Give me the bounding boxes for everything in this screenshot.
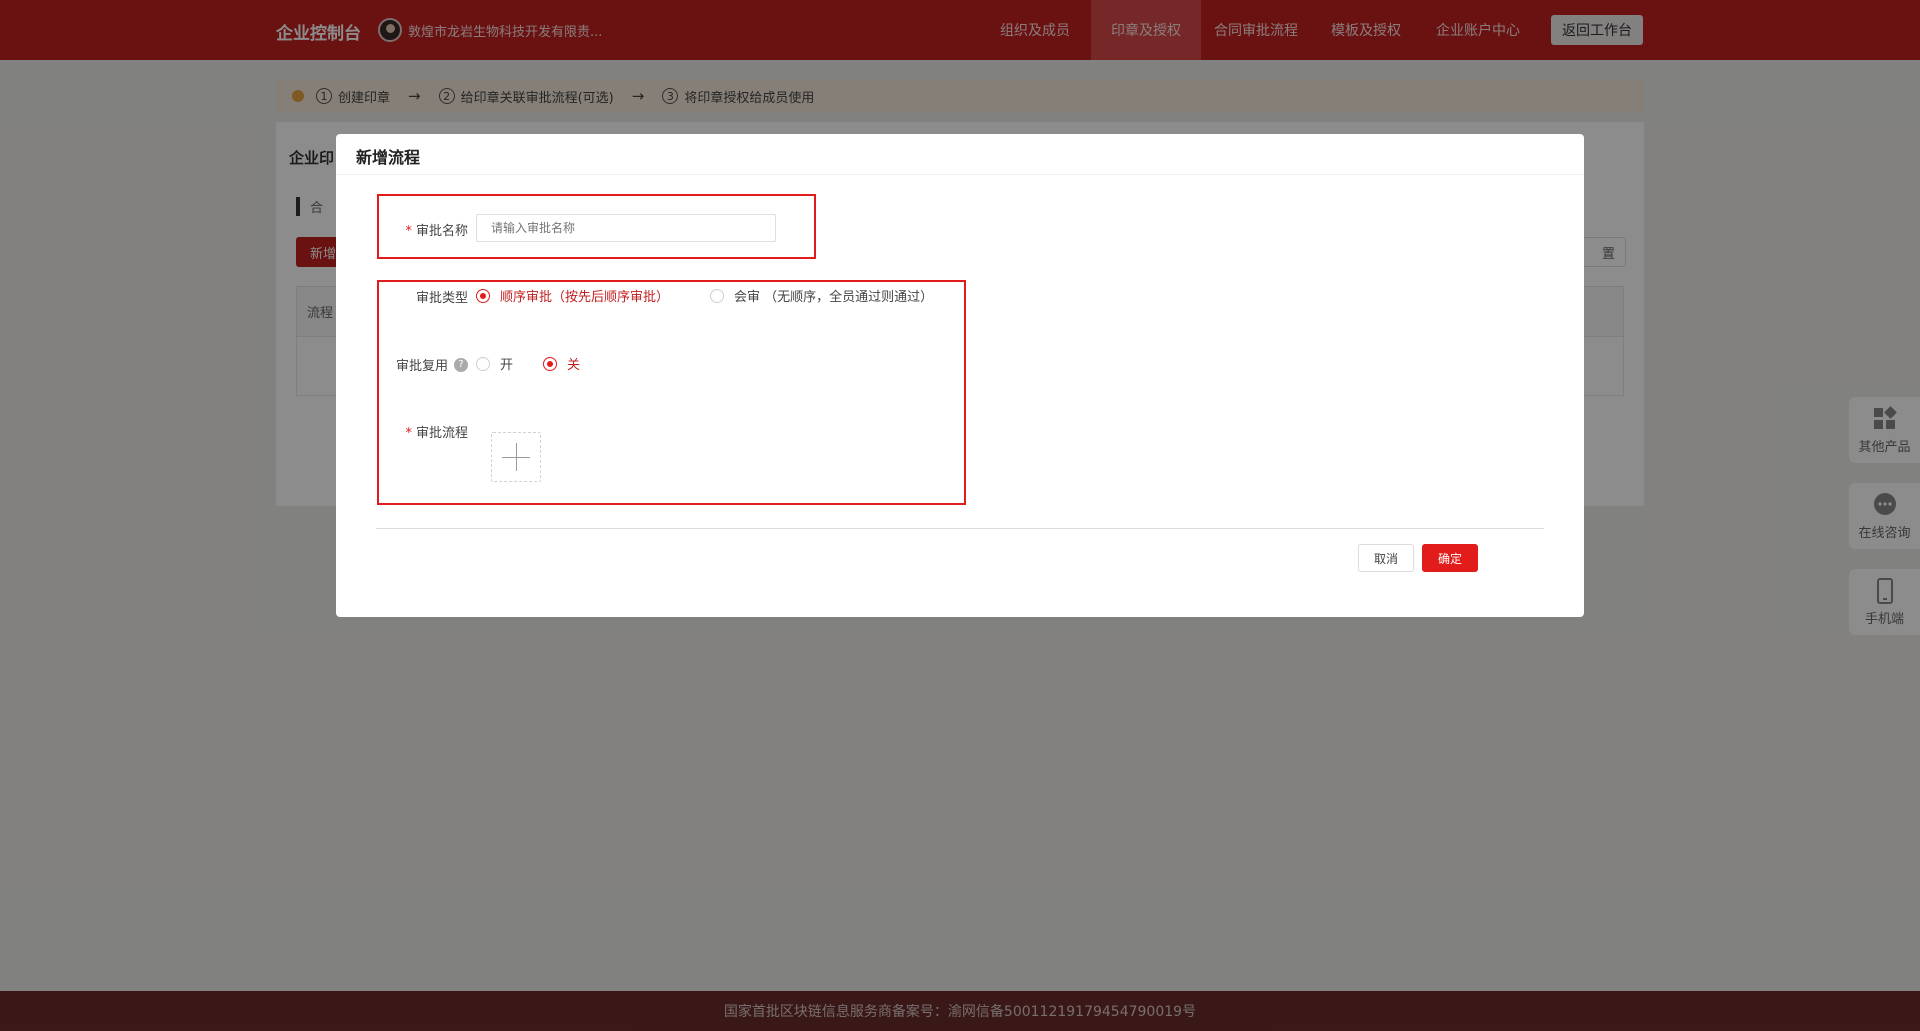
radio-label: 顺序审批（按先后顺序审批） (500, 290, 670, 305)
radio-reuse-off[interactable]: 关 (543, 354, 580, 373)
approval-reuse-label: 审批复用 ? (356, 355, 468, 374)
radio-dot (543, 356, 557, 371)
radio-dot (710, 288, 724, 303)
cancel-button[interactable]: 取消 (1358, 544, 1414, 572)
divider (376, 528, 1544, 529)
divider (336, 174, 1584, 175)
new-flow-dialog: 新增流程 *审批名称 审批类型 顺序审批（按先后顺序审批） 会审 （无顺序，全员… (336, 134, 1584, 617)
radio-dot (476, 356, 490, 371)
approval-type-label: 审批类型 (415, 291, 468, 306)
radio-sequential[interactable]: 顺序审批（按先后顺序审批） (476, 286, 669, 305)
radio-dot (476, 288, 490, 303)
radio-joint[interactable]: 会审 （无顺序，全员通过则通过） (710, 286, 933, 305)
approval-name-input[interactable] (476, 214, 776, 242)
help-icon[interactable]: ? (454, 357, 468, 372)
radio-label: 会审 （无顺序，全员通过则通过） (734, 290, 934, 305)
confirm-button[interactable]: 确定 (1422, 544, 1478, 572)
approval-name-label: * 审批名称 (405, 224, 468, 239)
dialog-title: 新增流程 (356, 148, 421, 167)
radio-reuse-on[interactable]: 开 (476, 354, 513, 373)
radio-label: 开 (500, 358, 514, 373)
radio-label: 关 (567, 358, 581, 373)
add-step-button[interactable] (491, 432, 541, 482)
approval-flow-label: * 审批流程 (405, 426, 468, 441)
highlight-box (377, 280, 966, 505)
